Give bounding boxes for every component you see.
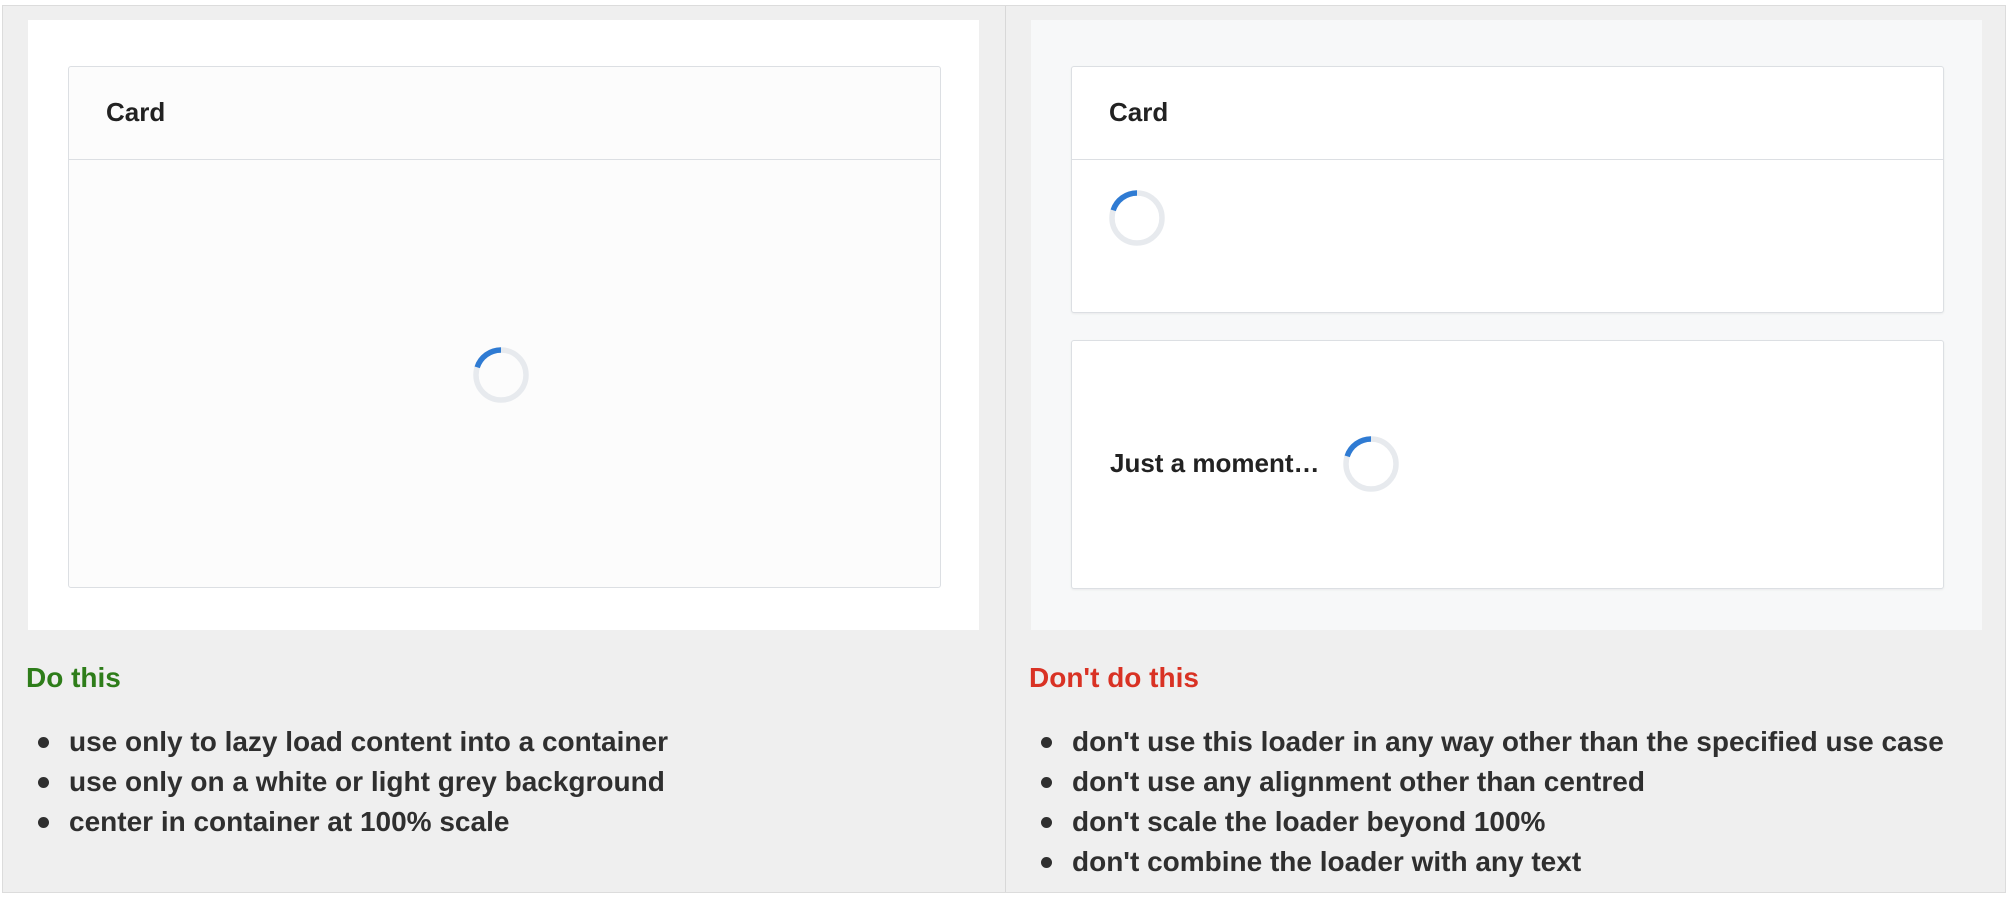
card: Card [68, 66, 941, 588]
rule-text: use only on a white or light grey backgr… [69, 766, 665, 797]
guideline-frame: Card Do this use only to lazy load conte… [2, 5, 2006, 893]
bullet-dot-icon [1041, 857, 1052, 868]
loading-spinner-icon [1108, 189, 1166, 247]
rule-text: use only to lazy load content into a con… [69, 726, 668, 757]
dont-panel: Card Just a moment… Don't do this don't … [1006, 6, 2007, 892]
card-header: Card [1072, 67, 1943, 160]
bullet-dot-icon [38, 777, 49, 788]
dont-heading: Don't do this [1029, 662, 1199, 693]
rule-text: don't use any alignment other than centr… [1072, 766, 1645, 797]
bullet-dot-icon [38, 817, 49, 828]
do-heading: Do this [26, 662, 121, 693]
list-item: use only to lazy load content into a con… [3, 722, 668, 762]
do-rules-list: use only to lazy load content into a con… [3, 722, 668, 842]
loading-spinner-icon [472, 346, 530, 404]
bullet-dot-icon [1041, 777, 1052, 788]
list-item: don't use this loader in any way other t… [1006, 722, 1944, 762]
rule-text: don't scale the loader beyond 100% [1072, 806, 1546, 837]
list-item: don't use any alignment other than centr… [1006, 762, 1944, 802]
bullet-dot-icon [38, 737, 49, 748]
rule-text: don't combine the loader with any text [1072, 846, 1582, 877]
card-title: Card [106, 97, 166, 127]
bullet-dot-icon [1041, 737, 1052, 748]
loading-text: Just a moment… [1110, 448, 1320, 478]
card-header: Card [69, 67, 940, 160]
card: Just a moment… [1071, 340, 1944, 589]
do-panel: Card Do this use only to lazy load conte… [3, 6, 1004, 892]
list-item: don't combine the loader with any text [1006, 842, 1944, 882]
list-item: use only on a white or light grey backgr… [3, 762, 668, 802]
card: Card [1071, 66, 1944, 313]
list-item: center in container at 100% scale [3, 802, 668, 842]
card-title: Card [1109, 97, 1169, 127]
rule-text: don't use this loader in any way other t… [1072, 726, 1944, 757]
bullet-dot-icon [1041, 817, 1052, 828]
list-item: don't scale the loader beyond 100% [1006, 802, 1944, 842]
loading-spinner-icon [1342, 435, 1400, 493]
dont-rules-list: don't use this loader in any way other t… [1006, 722, 1944, 882]
do-preview-area: Card [28, 20, 979, 630]
rule-text: center in container at 100% scale [69, 806, 510, 837]
dont-preview-area: Card Just a moment… [1031, 20, 1982, 630]
